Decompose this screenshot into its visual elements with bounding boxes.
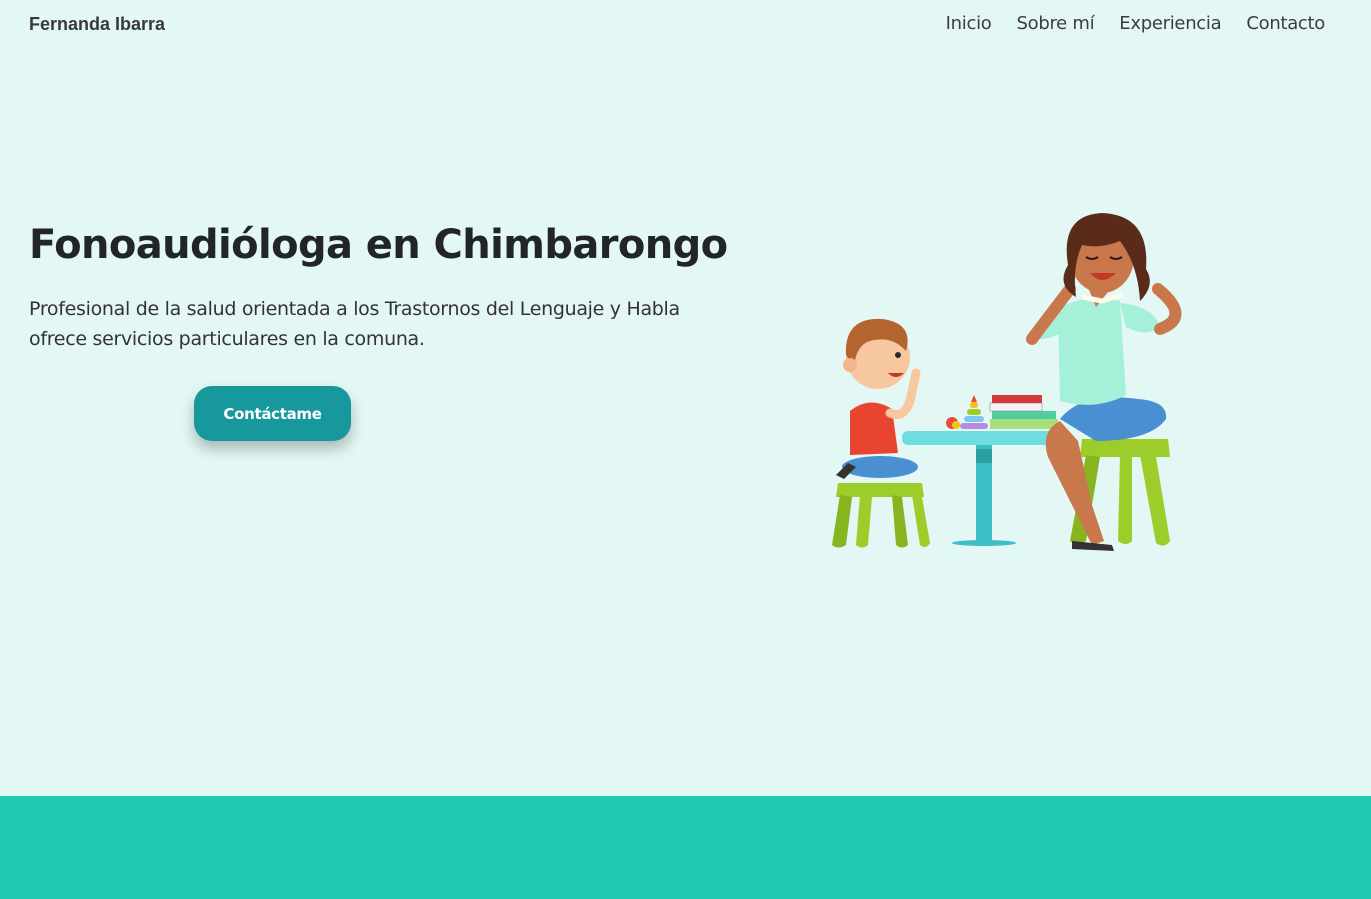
nav-link-inicio[interactable]: Inicio [946, 13, 992, 34]
speech-therapy-illustration [832, 213, 1182, 551]
section-heading-fragment [745, 882, 759, 885]
nav-link-contacto[interactable]: Contacto [1246, 13, 1325, 34]
hero-description: Profesional de la salud orientada a los … [29, 298, 680, 350]
nav-link-sobre-mi[interactable]: Sobre mí [1016, 13, 1094, 34]
child-figure [836, 318, 921, 479]
nav-link-experiencia[interactable]: Experiencia [1119, 13, 1221, 34]
brand-logo[interactable]: Fernanda Ibarra [29, 14, 165, 35]
contact-button[interactable]: Contáctame [194, 386, 351, 441]
nav-links: Inicio Sobre mí Experiencia Contacto [946, 13, 1326, 34]
hero-title: Fonoaudióloga en Chimbarongo [29, 222, 728, 268]
navbar: Fernanda Ibarra Inicio Sobre mí Experien… [0, 0, 1371, 50]
child-stool [832, 483, 930, 548]
bottom-section-band [0, 796, 1371, 899]
